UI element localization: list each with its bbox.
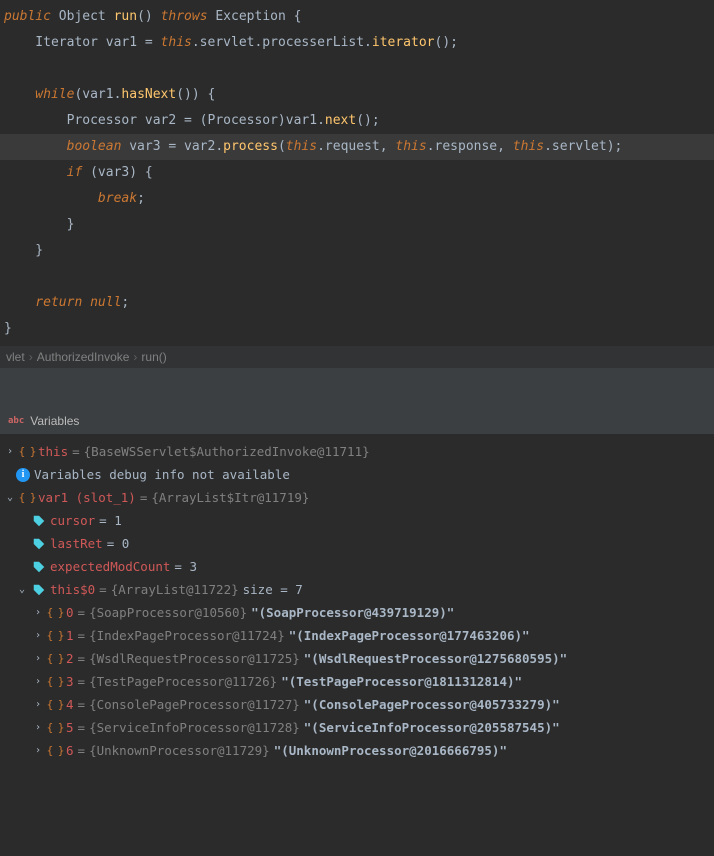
collapse-icon[interactable]: ⌄ (16, 584, 28, 595)
var-value: "(SoapProcessor@439719129)" (251, 605, 454, 620)
code-line (0, 264, 714, 290)
breadcrumb[interactable]: vlet›AuthorizedInvoke›run() (0, 346, 714, 368)
var-name: expectedModCount (50, 559, 170, 574)
code-line-current: boolean var3 = var2.process(this.request… (0, 134, 714, 160)
var-index: 5 (66, 720, 74, 735)
var-name: this (38, 444, 68, 459)
var-index: 6 (66, 743, 74, 758)
object-icon: { } (48, 606, 62, 620)
expand-icon[interactable]: › (32, 653, 44, 664)
expand-icon[interactable]: › (32, 676, 44, 687)
var-value: "(UnknownProcessor@2016666795)" (274, 743, 507, 758)
array-item-row[interactable]: ›{ }3 = {TestPageProcessor@11726} "(Test… (0, 670, 714, 693)
var-index: 3 (66, 674, 74, 689)
var-value: "(WsdlRequestProcessor@1275680595)" (304, 651, 567, 666)
var-index: 0 (66, 605, 74, 620)
array-item-row[interactable]: ›{ }6 = {UnknownProcessor@11729} "(Unkno… (0, 739, 714, 762)
var-index: 2 (66, 651, 74, 666)
code-line: } (0, 238, 714, 264)
var-type: {ArrayList$Itr@11719} (151, 490, 309, 505)
variable-row-lastret[interactable]: lastRet = 0 (0, 532, 714, 555)
var-value: "(ServiceInfoProcessor@205587545)" (304, 720, 560, 735)
var-name: this$0 (50, 582, 95, 597)
var-value: "(TestPageProcessor@1811312814)" (281, 674, 522, 689)
tag-icon (32, 583, 46, 597)
object-icon: { } (48, 744, 62, 758)
info-text: Variables debug info not available (34, 467, 290, 482)
breadcrumb-item[interactable]: AuthorizedInvoke (37, 350, 130, 364)
expand-icon[interactable]: › (4, 446, 16, 457)
var-index: 4 (66, 697, 74, 712)
object-icon: { } (48, 675, 62, 689)
info-icon: i (16, 468, 30, 482)
var-type: {UnknownProcessor@11729} (89, 743, 270, 758)
variable-row-cursor[interactable]: cursor = 1 (0, 509, 714, 532)
var-value: = 0 (107, 536, 130, 551)
code-editor[interactable]: public Object run() throws Exception { I… (0, 0, 714, 346)
expand-icon[interactable]: › (32, 699, 44, 710)
variables-panel-header[interactable]: abc Variables (0, 408, 714, 434)
var-type: {IndexPageProcessor@11724} (89, 628, 285, 643)
expand-icon[interactable]: › (32, 722, 44, 733)
variable-row-expectedmodcount[interactable]: expectedModCount = 3 (0, 555, 714, 578)
object-icon: { } (48, 698, 62, 712)
var-type: {BaseWSServlet$AuthorizedInvoke@11711} (84, 444, 370, 459)
variable-row-this0[interactable]: ⌄ this$0 = {ArrayList@11722} size = 7 (0, 578, 714, 601)
variable-row-var1[interactable]: ⌄ { } var1 (slot_1) = {ArrayList$Itr@117… (0, 486, 714, 509)
expand-icon[interactable]: › (32, 607, 44, 618)
var-value: "(ConsolePageProcessor@405733279)" (304, 697, 560, 712)
code-line: } (0, 212, 714, 238)
object-icon: { } (20, 445, 34, 459)
var-type: {TestPageProcessor@11726} (89, 674, 277, 689)
object-icon: { } (48, 652, 62, 666)
info-row: i Variables debug info not available (0, 463, 714, 486)
code-line: break; (0, 186, 714, 212)
array-item-row[interactable]: ›{ }2 = {WsdlRequestProcessor@11725} "(W… (0, 647, 714, 670)
tag-icon (32, 560, 46, 574)
breadcrumb-item[interactable]: vlet (6, 350, 25, 364)
variables-panel[interactable]: › { } this = {BaseWSServlet$AuthorizedIn… (0, 434, 714, 762)
collapse-icon[interactable]: ⌄ (4, 492, 16, 503)
code-line: } (0, 316, 714, 342)
abc-icon: abc (8, 416, 24, 426)
var-name: cursor (50, 513, 95, 528)
array-item-row[interactable]: ›{ }4 = {ConsolePageProcessor@11727} "(C… (0, 693, 714, 716)
var-size: size = 7 (243, 582, 303, 597)
code-line: if (var3) { (0, 160, 714, 186)
array-item-row[interactable]: ›{ }1 = {IndexPageProcessor@11724} "(Ind… (0, 624, 714, 647)
variable-row-this[interactable]: › { } this = {BaseWSServlet$AuthorizedIn… (0, 440, 714, 463)
chevron-right-icon: › (29, 350, 33, 364)
expand-icon[interactable]: › (32, 745, 44, 756)
panel-divider[interactable] (0, 368, 714, 408)
var-type: {WsdlRequestProcessor@11725} (89, 651, 300, 666)
var-type: {ConsolePageProcessor@11727} (89, 697, 300, 712)
chevron-right-icon: › (133, 350, 137, 364)
array-item-row[interactable]: ›{ }5 = {ServiceInfoProcessor@11728} "(S… (0, 716, 714, 739)
variables-title: Variables (30, 414, 79, 428)
var-value: = 3 (174, 559, 197, 574)
tag-icon (32, 514, 46, 528)
var-value: "(IndexPageProcessor@177463206)" (289, 628, 530, 643)
code-line: Iterator var1 = this.servlet.processerLi… (0, 30, 714, 56)
expand-icon[interactable]: › (32, 630, 44, 641)
var-name: lastRet (50, 536, 103, 551)
array-item-row[interactable]: ›{ }0 = {SoapProcessor@10560} "(SoapProc… (0, 601, 714, 624)
var-index: 1 (66, 628, 74, 643)
code-line (0, 56, 714, 82)
object-icon: { } (48, 629, 62, 643)
tag-icon (32, 537, 46, 551)
code-line: while(var1.hasNext()) { (0, 82, 714, 108)
object-icon: { } (48, 721, 62, 735)
object-icon: { } (20, 491, 34, 505)
var-value: = 1 (99, 513, 122, 528)
var-type: {SoapProcessor@10560} (89, 605, 247, 620)
var-name: var1 (slot_1) (38, 490, 136, 505)
breadcrumb-item[interactable]: run() (141, 350, 166, 364)
code-line: Processor var2 = (Processor)var1.next(); (0, 108, 714, 134)
code-line: return null; (0, 290, 714, 316)
code-line: public Object run() throws Exception { (0, 4, 714, 30)
var-type: {ArrayList@11722} (111, 582, 239, 597)
var-type: {ServiceInfoProcessor@11728} (89, 720, 300, 735)
